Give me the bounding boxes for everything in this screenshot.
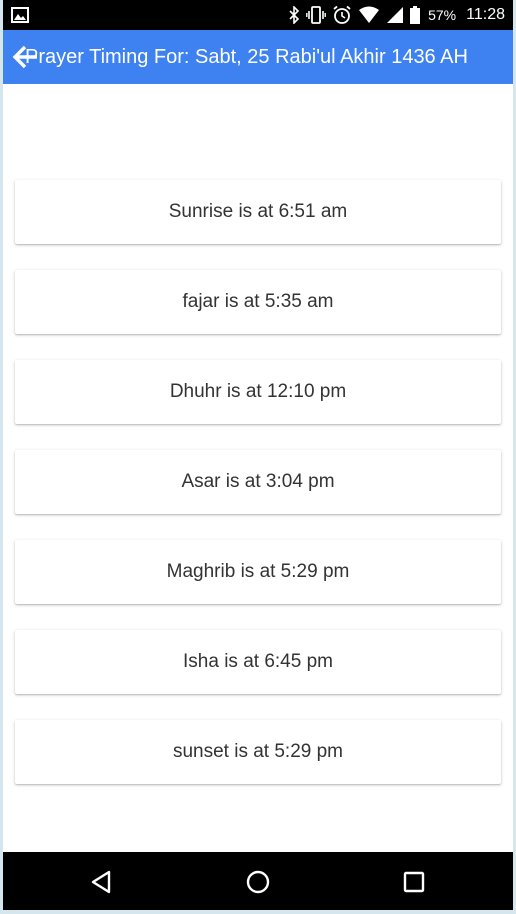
- clock: 11:28: [466, 6, 505, 23]
- signal-icon: [386, 6, 404, 24]
- vibrate-icon: [306, 6, 327, 24]
- status-icons: 57% 11:28: [288, 0, 505, 30]
- timing-card-dhuhr: Dhuhr is at 12:10 pm: [15, 360, 501, 424]
- status-bar: 57% 11:28: [3, 0, 513, 30]
- timing-card-asar: Asar is at 3:04 pm: [15, 450, 501, 514]
- screen: 57% 11:28 Prayer Timing For: Sabt, 25 Ra…: [3, 0, 513, 910]
- device-frame: 57% 11:28 Prayer Timing For: Sabt, 25 Ra…: [0, 0, 516, 914]
- alarm-icon: [332, 5, 352, 25]
- page-title: Prayer Timing For: Sabt, 25 Rabi'ul Akhi…: [25, 46, 468, 68]
- home-circle-icon[interactable]: [245, 869, 271, 895]
- timing-card-isha: Isha is at 6:45 pm: [15, 630, 501, 694]
- battery-icon: [410, 6, 421, 24]
- image-icon: [11, 6, 29, 24]
- battery-percent: 57%: [428, 7, 457, 23]
- timing-card-maghrib: Maghrib is at 5:29 pm: [15, 540, 501, 604]
- timing-card-sunset: sunset is at 5:29 pm: [15, 720, 501, 784]
- app-bar: Prayer Timing For: Sabt, 25 Rabi'ul Akhi…: [3, 30, 513, 84]
- bluetooth-icon: [288, 6, 300, 24]
- arrow-left-icon[interactable]: [11, 44, 39, 70]
- timing-card-sunrise: Sunrise is at 6:51 am: [15, 180, 501, 244]
- wifi-icon: [358, 6, 380, 24]
- navigation-bar: [3, 852, 513, 910]
- timings-list: Sunrise is at 6:51 am fajar is at 5:35 a…: [3, 84, 513, 850]
- timing-card-fajar: fajar is at 5:35 am: [15, 270, 501, 334]
- recents-square-icon[interactable]: [401, 869, 427, 895]
- back-triangle-icon[interactable]: [89, 869, 115, 895]
